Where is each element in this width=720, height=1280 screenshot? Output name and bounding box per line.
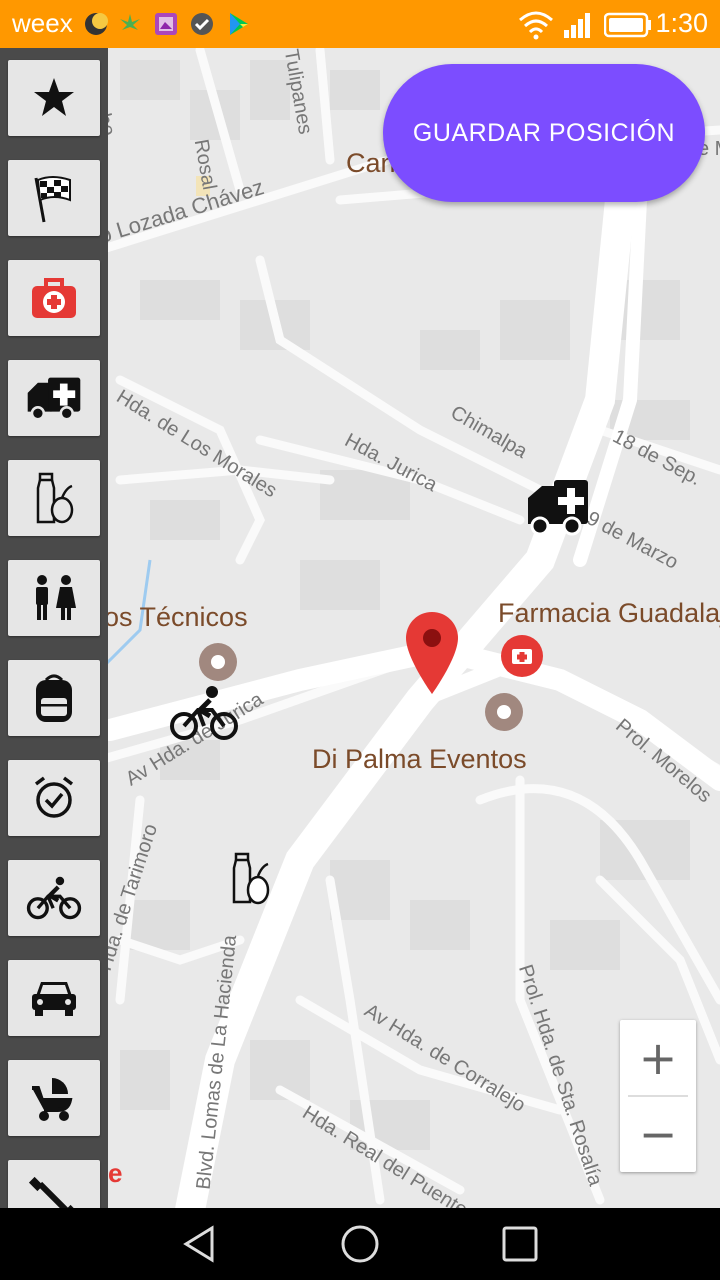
sidebar-btn-first-aid[interactable] <box>8 260 100 336</box>
sidebar-btn-star[interactable] <box>8 60 100 136</box>
image-icon <box>155 13 177 35</box>
zoom-in-button[interactable]: + <box>620 1020 696 1096</box>
backpack-icon <box>36 674 72 722</box>
zoom-out-button[interactable]: − <box>620 1096 696 1172</box>
ambulance-icon <box>27 377 81 421</box>
first-aid-kit-icon <box>32 278 76 318</box>
moon-icon <box>85 13 108 35</box>
sidebar-btn-bottle-fruit[interactable] <box>8 460 100 536</box>
category-sidebar <box>0 48 108 1208</box>
pharmacy-icon[interactable] <box>500 634 544 678</box>
ambulance-marker-icon[interactable] <box>524 478 590 538</box>
checkered-flag-icon <box>34 176 71 223</box>
home-icon[interactable] <box>338 1222 382 1266</box>
app-name: weex <box>12 8 73 38</box>
sidebar-btn-alarm[interactable] <box>8 760 100 836</box>
recents-icon[interactable] <box>498 1222 542 1266</box>
back-icon[interactable] <box>178 1222 222 1266</box>
star-icon <box>34 78 74 116</box>
sidebar-btn-stroller[interactable] <box>8 1060 100 1136</box>
play-store-icon <box>230 13 248 35</box>
bottle-fruit-icon <box>36 472 74 524</box>
poi-label-di-palma[interactable]: Di Palma Eventos <box>312 744 527 775</box>
wifi-icon <box>519 11 553 40</box>
car-icon <box>32 982 76 1016</box>
stroller-icon <box>32 1078 73 1121</box>
sidebar-btn-flag[interactable] <box>8 160 100 236</box>
bottle-fruit-marker-icon[interactable] <box>228 852 272 906</box>
map-view[interactable]: Nube Rosal Tulipanes Francisco Lozada Ch… <box>0 48 720 1208</box>
google-logo: e <box>108 1158 123 1188</box>
save-position-button[interactable]: GUARDAR POSICIÓN <box>383 64 705 202</box>
check-icon <box>191 13 213 35</box>
battery-icon <box>604 12 651 38</box>
dumbbell-icon <box>28 1176 80 1208</box>
navigation-bar <box>0 1208 720 1280</box>
sidebar-btn-backpack[interactable] <box>8 660 100 736</box>
zoom-controls: + − <box>620 1020 696 1172</box>
sidebar-btn-dumbbell[interactable] <box>8 1160 100 1208</box>
signal-icon <box>564 13 590 38</box>
alarm-clock-icon <box>34 776 74 818</box>
cannabis-icon <box>120 14 140 30</box>
poi-dot-icon[interactable] <box>484 692 524 732</box>
bicycle-marker-icon[interactable] <box>170 682 238 742</box>
bicycle-icon <box>26 876 82 920</box>
poi-label-farmacia[interactable]: Farmacia Guadalaj <box>498 598 720 629</box>
location-pin-icon[interactable] <box>404 610 460 696</box>
sidebar-btn-restroom[interactable] <box>8 560 100 636</box>
status-bar: weex 1:30 <box>0 0 720 48</box>
poi-label-tecnicos[interactable]: os Técnicos <box>104 602 248 633</box>
restroom-icon <box>36 575 76 620</box>
clock: 1:30 <box>655 8 708 38</box>
poi-dot-icon[interactable] <box>198 642 238 682</box>
sidebar-btn-ambulance[interactable] <box>8 360 100 436</box>
sidebar-btn-car[interactable] <box>8 960 100 1036</box>
sidebar-btn-bicycle[interactable] <box>8 860 100 936</box>
